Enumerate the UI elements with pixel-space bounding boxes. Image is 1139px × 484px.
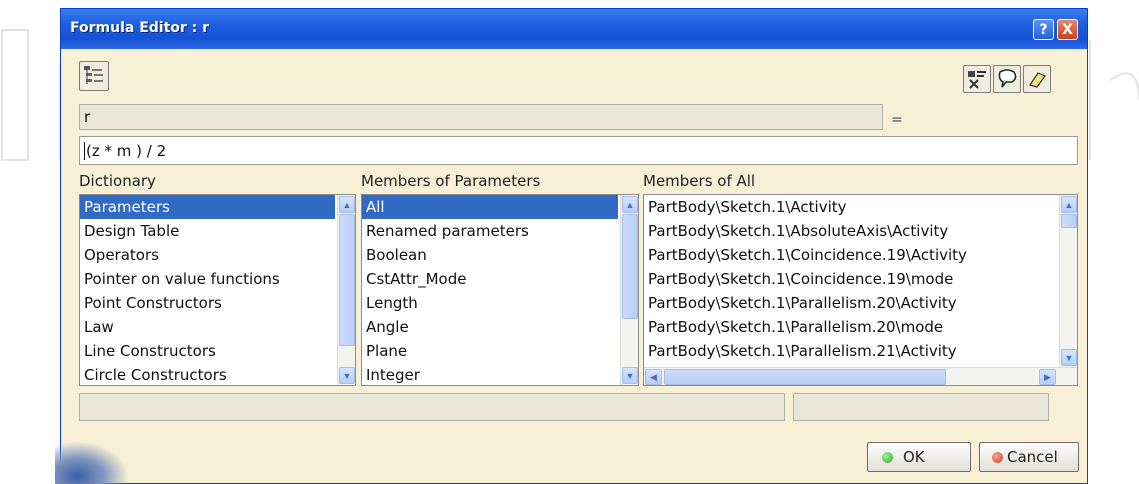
members-of-all-list[interactable]: PartBody\Sketch.1\Activity PartBody\Sket… <box>643 194 1078 386</box>
members-of-parameters-list[interactable]: All Renamed parameters Boolean CstAttr_M… <box>361 194 639 386</box>
cancel-status-icon <box>992 451 1003 463</box>
ok-status-icon <box>882 451 893 463</box>
list-item[interactable]: Law <box>80 315 355 339</box>
comment-button[interactable] <box>993 65 1021 93</box>
list-item[interactable]: PartBody\Sketch.1\Coincidence.19\mode <box>644 267 1077 291</box>
list-item[interactable]: Operators <box>80 243 355 267</box>
cancel-button-label: Cancel <box>1007 448 1058 466</box>
members-of-all-vscrollbar[interactable]: ▲ ▼ <box>1059 195 1077 367</box>
title-bar[interactable]: Formula Editor : r ? X <box>61 9 1087 49</box>
formula-editor-dialog: Formula Editor : r ? X r = (z * m) / 2 … <box>55 8 1088 484</box>
list-item[interactable]: Design Table <box>80 219 355 243</box>
dictionary-scrollbar[interactable]: ▲ ▼ <box>337 195 355 385</box>
list-item[interactable]: PartBody\Sketch.1\Activity <box>644 195 1077 219</box>
comment-icon <box>998 69 1017 88</box>
list-item[interactable]: Boolean <box>362 243 638 267</box>
scroll-up-icon[interactable]: ▲ <box>1061 196 1077 213</box>
list-item[interactable]: Angle <box>362 315 638 339</box>
status-field-right <box>793 393 1049 421</box>
measure-button[interactable] <box>963 65 991 93</box>
scroll-down-icon[interactable]: ▼ <box>339 367 355 384</box>
status-field-left <box>79 393 785 421</box>
parameter-name-value: r <box>84 108 91 126</box>
logo-swirl <box>55 441 129 484</box>
members-of-parameters-scrollbar[interactable]: ▲ ▼ <box>620 195 638 385</box>
parameter-tree-button[interactable] <box>79 61 109 91</box>
help-button[interactable]: ? <box>1033 19 1054 40</box>
help-icon: ? <box>1039 21 1048 38</box>
measure-icon <box>968 71 986 89</box>
eraser-icon <box>1029 72 1046 88</box>
formula-input[interactable]: (z * m ) / 2 <box>79 136 1078 165</box>
members-of-parameters-label: Members of Parameters <box>361 172 541 190</box>
dictionary-label: Dictionary <box>79 172 156 190</box>
list-item[interactable]: Pointer on value functions <box>80 267 355 291</box>
list-item[interactable]: PartBody\Sketch.1\Parallelism.20\Activit… <box>644 291 1077 315</box>
scroll-up-icon[interactable]: ▲ <box>339 196 355 213</box>
ok-button-label: OK <box>903 448 925 466</box>
list-item[interactable]: Plane <box>362 339 638 363</box>
members-of-all-hscrollbar[interactable]: ◀ ▶ <box>644 367 1077 385</box>
ok-button[interactable]: OK <box>867 442 971 472</box>
parameter-tree-icon <box>84 66 103 84</box>
list-item[interactable]: All <box>362 195 618 219</box>
list-item[interactable]: Point Constructors <box>80 291 355 315</box>
scroll-thumb[interactable] <box>622 214 638 319</box>
eraser-button[interactable] <box>1023 65 1051 93</box>
list-item[interactable]: Line Constructors <box>80 339 355 363</box>
list-item[interactable]: Integer <box>362 363 638 385</box>
list-item[interactable]: Renamed parameters <box>362 219 638 243</box>
scroll-thumb[interactable] <box>664 369 946 385</box>
cancel-button[interactable]: Cancel <box>979 442 1079 472</box>
list-item[interactable]: PartBody\Sketch.1\AbsoluteAxis\Activity <box>644 219 1077 243</box>
dictionary-list[interactable]: Parameters Design Table Operators Pointe… <box>79 194 356 386</box>
parameter-name-field: r <box>79 104 883 130</box>
scroll-right-icon[interactable]: ▶ <box>1039 369 1056 385</box>
list-item[interactable]: Circle Constructors <box>80 363 355 385</box>
formula-value: (z * m ) / 2 <box>84 141 167 160</box>
scroll-up-icon[interactable]: ▲ <box>622 196 638 213</box>
scroll-down-icon[interactable]: ▼ <box>1061 349 1077 366</box>
list-item[interactable]: PartBody\Sketch.1\Coincidence.19\Activit… <box>644 243 1077 267</box>
window-title: Formula Editor : r <box>70 20 210 36</box>
scroll-thumb[interactable] <box>1061 214 1077 228</box>
close-button[interactable]: X <box>1057 19 1078 40</box>
members-of-all-label: Members of All <box>643 172 756 190</box>
equals-sign: = <box>891 112 903 128</box>
list-item[interactable]: PartBody\Sketch.1\Parallelism.21\Activit… <box>644 339 1077 363</box>
list-item[interactable]: CstAttr_Mode <box>362 267 638 291</box>
scroll-thumb[interactable] <box>339 214 355 346</box>
list-item[interactable]: Length <box>362 291 638 315</box>
close-icon: X <box>1062 21 1073 38</box>
list-item[interactable]: Parameters <box>80 195 335 219</box>
list-item[interactable]: PartBody\Sketch.1\Parallelism.20\mode <box>644 315 1077 339</box>
scroll-left-icon[interactable]: ◀ <box>645 369 662 385</box>
scroll-down-icon[interactable]: ▼ <box>622 367 638 384</box>
